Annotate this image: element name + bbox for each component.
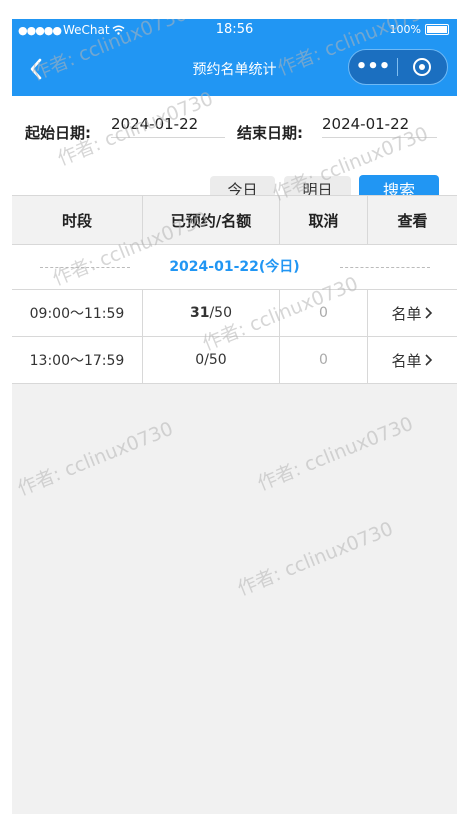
table-row: 09:00～11:59 31/50 0 名单 [12,290,457,337]
booked-count: 0 [195,352,205,368]
table-header: 时段 已预约/名额 取消 查看 [12,196,457,245]
nav-bar: 预约名单统计 ••• [12,42,457,96]
status-bar: ●●●●● WeChat 18:56 100% [12,19,457,42]
view-list-link[interactable]: 名单 [368,337,457,383]
chevron-right-icon [424,307,432,319]
header-cancel: 取消 [280,196,368,244]
battery-group: 100% [390,23,449,36]
end-date-label: 结束日期: [237,124,303,142]
booked-count: 31 [189,305,210,321]
table-row: 13:00～17:59 0/50 0 名单 [12,337,457,384]
header-view: 查看 [397,211,428,230]
phone-screen: ●●●●● WeChat 18:56 100% 预约名单统计 ••• 起始日期:… [12,19,457,814]
booking-table: 时段 已预约/名额 取消 查看 2024-01-22(今日) 09:00～11:… [12,195,457,384]
header-booked-quota: 已预约/名额 [143,196,280,244]
view-list-link[interactable]: 名单 [368,290,457,336]
end-date-picker[interactable]: 2024-01-22 [322,115,437,138]
watermark: 作者: cclinux0730 [254,412,417,496]
chevron-right-icon [424,354,432,366]
period-cell: 13:00～17:59 [12,337,143,383]
date-group-row: 2024-01-22(今日) [12,245,457,290]
date-group-label: 2024-01-22(今日) [169,259,300,275]
start-date-picker[interactable]: 2024-01-22 [111,115,225,138]
cancel-cell: 0 [280,337,368,383]
period-cell: 09:00～11:59 [12,290,143,336]
quota-count: /50 [204,352,227,368]
battery-icon [425,24,449,35]
more-menu-button[interactable]: ••• [349,58,397,76]
date-divider-right [340,267,430,268]
start-date-label: 起始日期: [25,124,91,142]
header-period: 时段 [12,196,143,244]
close-mini-program-button[interactable] [398,58,446,76]
view-label: 名单 [391,304,422,323]
watermark: 作者: cclinux0730 [14,417,177,501]
booked-cell: 0/50 [143,337,280,383]
booked-cell: 31/50 [143,290,280,336]
cancel-cell: 0 [280,290,368,336]
target-icon [413,58,431,76]
view-label: 名单 [391,351,422,370]
watermark: 作者: cclinux0730 [234,517,397,601]
date-filter-form: 起始日期: 2024-01-22 结束日期: 2024-01-22 今日 明日 … [12,96,457,203]
battery-percent: 100% [389,23,421,36]
mini-program-capsule: ••• [348,49,448,85]
quota-count: /50 [209,305,232,321]
